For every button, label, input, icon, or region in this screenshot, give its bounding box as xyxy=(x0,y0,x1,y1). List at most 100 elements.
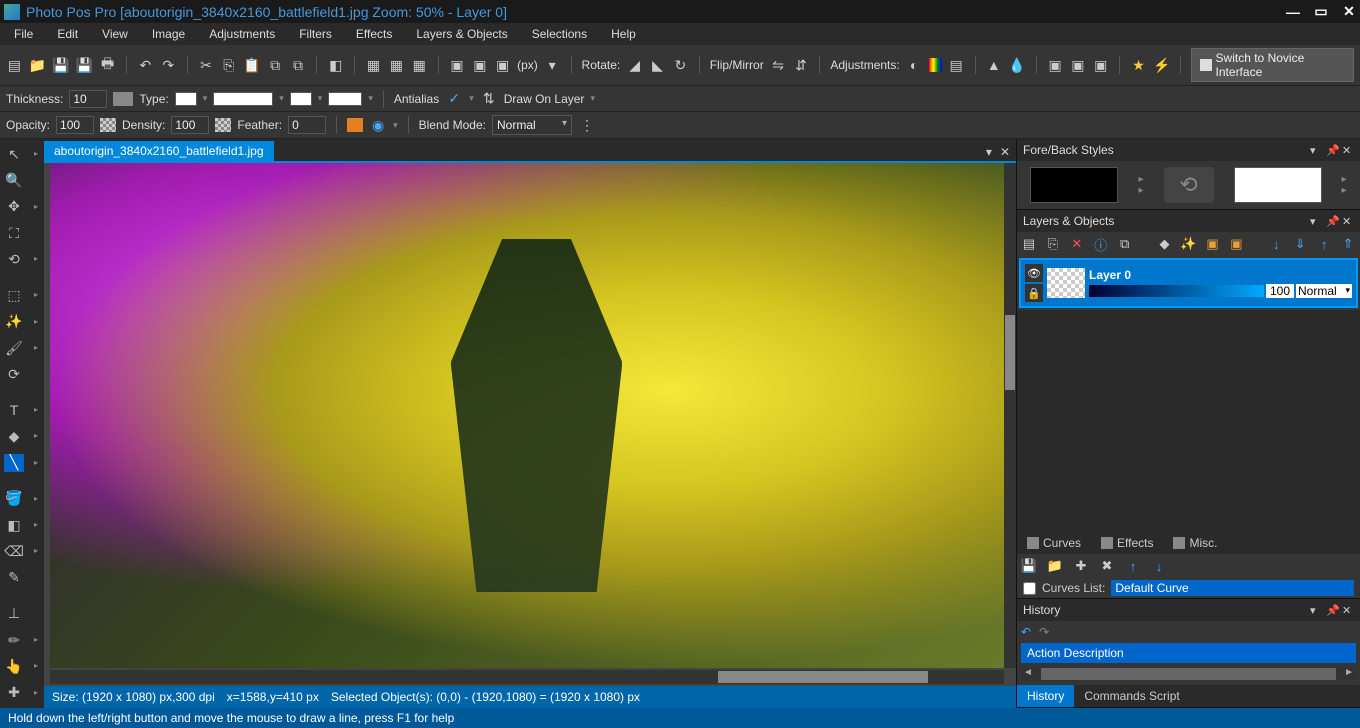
curves-load-icon[interactable]: 📁 xyxy=(1047,558,1063,574)
brightness-icon[interactable]: ◐ xyxy=(906,56,923,74)
document-tab[interactable]: aboutorigin_3840x2160_battlefield1.jpg xyxy=(44,141,274,161)
shape-tool[interactable]: ◆▸ xyxy=(4,427,24,445)
layer-info-icon[interactable]: ⓘ xyxy=(1093,236,1109,252)
menu-image[interactable]: Image xyxy=(140,25,197,43)
opacity-swatch-icon[interactable] xyxy=(100,118,116,132)
antialias-icon[interactable]: ✓ xyxy=(445,90,463,108)
adj2-icon[interactable]: 💧 xyxy=(1008,56,1025,74)
layer-blend-dropdown[interactable]: Normal xyxy=(1296,284,1352,298)
duplicate-layer-icon[interactable]: ⎘ xyxy=(1045,236,1061,252)
undo-icon[interactable]: ↶ xyxy=(137,56,154,74)
rotate-left-icon[interactable]: ◢ xyxy=(626,56,643,74)
menu-file[interactable]: File xyxy=(2,25,45,43)
flip-v-icon[interactable]: ⇵ xyxy=(793,56,810,74)
tab-commands[interactable]: Commands Script xyxy=(1074,685,1189,707)
linetype-1[interactable] xyxy=(175,92,197,106)
layer-opacity-slider[interactable] xyxy=(1089,285,1264,297)
panel-pin-icon[interactable]: 📌 xyxy=(1326,144,1338,156)
clone-tool[interactable]: ⟳ xyxy=(4,365,24,383)
menu-view[interactable]: View xyxy=(90,25,140,43)
close-button[interactable]: ✕ xyxy=(1342,5,1356,19)
curves-up-icon[interactable]: ↑ xyxy=(1125,558,1141,574)
feather-input[interactable] xyxy=(288,116,326,134)
opacity-input[interactable] xyxy=(56,116,94,134)
tab-misc[interactable]: Misc. xyxy=(1163,532,1227,554)
layer-top-icon[interactable]: ⇑ xyxy=(1340,236,1356,252)
move-tool[interactable]: ✥▸ xyxy=(4,198,24,216)
lasso-tool[interactable]: ⟲▸ xyxy=(4,250,24,268)
layer2-icon[interactable]: ▣ xyxy=(471,56,488,74)
swap-colors-icon[interactable]: ⟲ xyxy=(1164,167,1214,203)
smudge-tool[interactable]: 👆▸ xyxy=(4,657,24,675)
linetype-4[interactable] xyxy=(328,92,362,106)
mask-icon[interactable]: ◧ xyxy=(327,56,344,74)
layer-visibility-icon[interactable]: 👁 xyxy=(1025,264,1043,282)
tab-effects[interactable]: Effects xyxy=(1091,532,1163,554)
layer-down-icon[interactable]: ↓ xyxy=(1268,236,1284,252)
menu-adjustments[interactable]: Adjustments xyxy=(197,25,287,43)
switch-interface-button[interactable]: Switch to Novice Interface xyxy=(1191,48,1354,82)
density-swatch-icon[interactable] xyxy=(215,118,231,132)
layer-fx4-icon[interactable]: ▣ xyxy=(1228,236,1244,252)
grid2-icon[interactable]: ▦ xyxy=(388,56,405,74)
new-icon[interactable]: ▤ xyxy=(6,56,23,74)
linetype-2[interactable] xyxy=(213,92,273,106)
eyedropper-tool[interactable]: ✎ xyxy=(4,569,24,587)
vertical-scrollbar[interactable] xyxy=(1004,163,1016,668)
save-icon[interactable]: 💾 xyxy=(52,56,69,74)
tab-curves[interactable]: Curves xyxy=(1017,532,1091,554)
cut-icon[interactable]: ✂ xyxy=(198,56,215,74)
curves-down-icon[interactable]: ↓ xyxy=(1151,558,1167,574)
healing-tool[interactable]: ✚▸ xyxy=(4,684,24,702)
eraser-tool[interactable]: ⌫▸ xyxy=(4,542,24,560)
menu-effects[interactable]: Effects xyxy=(344,25,404,43)
fill-shape-icon[interactable]: ◉ xyxy=(369,116,387,134)
open-icon[interactable]: 📁 xyxy=(29,56,46,74)
panel-pin-icon[interactable]: 📌 xyxy=(1326,604,1338,616)
layer-copy-icon[interactable]: ⧉ xyxy=(1117,236,1133,252)
zoom-tool[interactable]: 🔍 xyxy=(4,171,24,189)
curves-save-icon[interactable]: 💾 xyxy=(1021,558,1037,574)
history-redo-icon[interactable]: ↷ xyxy=(1039,625,1049,639)
default-curve-item[interactable]: Default Curve xyxy=(1111,580,1354,596)
thickness-preview-icon[interactable] xyxy=(113,92,133,106)
canvas[interactable] xyxy=(44,161,1016,686)
paste-into-icon[interactable]: ⧉ xyxy=(267,56,284,74)
thickness-input[interactable] xyxy=(69,90,107,108)
layer-row[interactable]: 👁 🔒 Layer 0 100 Normal xyxy=(1019,258,1358,308)
menu-help[interactable]: Help xyxy=(599,25,648,43)
layer-opacity-value[interactable]: 100 xyxy=(1266,284,1294,298)
frame1-icon[interactable]: ▣ xyxy=(1047,56,1064,74)
curves-del-icon[interactable]: ✖ xyxy=(1099,558,1115,574)
stamp-tool[interactable]: ⊥ xyxy=(4,605,24,623)
line-tool[interactable]: ╲▸ xyxy=(4,454,24,472)
layer-icon[interactable]: ▣ xyxy=(449,56,466,74)
layer-fx3-icon[interactable]: ▣ xyxy=(1205,236,1221,252)
background-swatch[interactable] xyxy=(1234,167,1322,203)
panel-close-icon[interactable]: ✕ xyxy=(1342,215,1354,227)
panel-menu-icon[interactable]: ▾ xyxy=(1310,604,1322,616)
blend-dropdown[interactable]: Normal xyxy=(492,115,572,135)
text-tool[interactable]: T▸ xyxy=(4,401,24,419)
layer-up-icon[interactable]: ↑ xyxy=(1316,236,1332,252)
brush-tool[interactable]: 🖌▸ xyxy=(4,339,24,357)
history-scrollbar[interactable] xyxy=(1021,667,1356,681)
density-input[interactable] xyxy=(171,116,209,134)
bucket-tool[interactable]: 🪣▸ xyxy=(4,490,24,508)
star-icon[interactable]: ★ xyxy=(1130,56,1147,74)
flip-h-icon[interactable]: ⇋ xyxy=(770,56,787,74)
magic-wand-tool[interactable]: ✨▸ xyxy=(4,313,24,331)
adj1-icon[interactable]: ▲ xyxy=(985,56,1002,74)
layer-bottom-icon[interactable]: ⇓ xyxy=(1292,236,1308,252)
rotate-free-icon[interactable]: ↻ xyxy=(672,56,689,74)
levels-icon[interactable]: ▤ xyxy=(948,56,965,74)
redo-icon[interactable]: ↷ xyxy=(160,56,177,74)
bolt-icon[interactable]: ⚡ xyxy=(1153,56,1170,74)
minimize-button[interactable]: — xyxy=(1286,5,1300,19)
new-layer-icon[interactable]: ▤ xyxy=(1021,236,1037,252)
curves-checkbox[interactable] xyxy=(1023,582,1036,595)
pointer-tool[interactable]: ↖▸ xyxy=(4,145,24,163)
saveas-icon[interactable]: 💾 xyxy=(76,56,93,74)
grid1-icon[interactable]: ▦ xyxy=(365,56,382,74)
tab-close-icon[interactable]: ✕ xyxy=(1000,145,1010,159)
